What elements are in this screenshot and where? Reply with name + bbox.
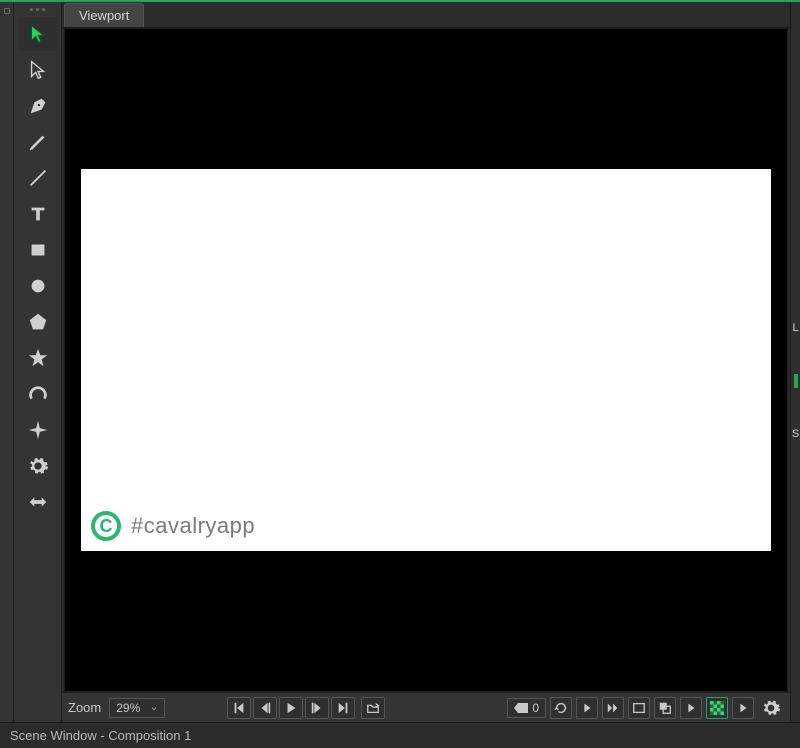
tab-viewport[interactable]: Viewport <box>64 3 144 27</box>
tab-label: Viewport <box>79 8 129 23</box>
text-icon <box>27 203 49 225</box>
side-accent-icon <box>794 374 798 388</box>
line-icon <box>27 167 49 189</box>
cursor-outline-icon <box>27 59 49 81</box>
ellipse-icon <box>27 275 49 297</box>
composition-canvas: C #cavalryapp <box>81 169 771 551</box>
set-range-button[interactable] <box>361 697 385 719</box>
checker-icon <box>710 701 724 715</box>
arc-icon <box>27 383 49 405</box>
cursor-icon <box>27 23 49 45</box>
play-small-icon <box>580 701 594 715</box>
play-icon <box>284 701 298 715</box>
play-button[interactable] <box>279 697 303 719</box>
star-tool[interactable] <box>19 341 57 375</box>
step-back-button[interactable] <box>253 697 277 719</box>
play-small-icon <box>736 701 750 715</box>
side-label-1: L <box>792 322 798 334</box>
loop-button[interactable] <box>550 697 572 719</box>
fast-forward-icon <box>606 701 620 715</box>
canvas-watermark: C #cavalryapp <box>91 511 255 541</box>
pen-tool[interactable] <box>19 89 57 123</box>
zoom-level-select[interactable]: 29% ⌄ <box>109 698 165 718</box>
cavalry-logo-icon: C <box>91 511 121 541</box>
pen-nib-icon <box>27 95 49 117</box>
ellipse-tool[interactable] <box>19 269 57 303</box>
tag-icon <box>514 703 528 713</box>
zoom-value: 29% <box>116 701 140 715</box>
step-forward-button[interactable] <box>305 697 329 719</box>
line-tool[interactable] <box>19 161 57 195</box>
loop-icon <box>554 701 568 715</box>
right-dock-strip: L S <box>790 2 800 722</box>
polygon-tool[interactable] <box>19 305 57 339</box>
horizontal-arrows-icon <box>27 491 49 513</box>
tools-panel <box>14 2 62 722</box>
play-small-icon <box>684 701 698 715</box>
text-tool[interactable] <box>19 197 57 231</box>
horizontal-arrow-tool[interactable] <box>19 485 57 519</box>
playback-transport <box>227 697 385 719</box>
mini-play-button[interactable] <box>576 697 598 719</box>
mini-play-2-button[interactable] <box>680 697 702 719</box>
step-back-icon <box>258 701 272 715</box>
rectangle-outline-icon <box>632 701 646 715</box>
panel-grip-icon <box>30 8 45 11</box>
zoom-label: Zoom <box>68 700 101 715</box>
gear-icon <box>761 698 781 718</box>
gear-icon <box>27 455 49 477</box>
edit-shape-tool[interactable] <box>19 53 57 87</box>
pencil-tool[interactable] <box>19 125 57 159</box>
skip-start-icon <box>232 701 246 715</box>
chevron-down-icon: ⌄ <box>150 702 158 713</box>
left-edge-strip <box>0 2 14 722</box>
pencil-icon <box>27 131 49 153</box>
viewport-status-bar: Zoom 29% ⌄ 0 <box>62 692 790 722</box>
sparkle-icon <box>27 419 49 441</box>
bottom-panel-title: Scene Window - Composition 1 <box>10 728 191 743</box>
arc-tool[interactable] <box>19 377 57 411</box>
settings-tool[interactable] <box>19 449 57 483</box>
side-label-2: S <box>792 428 799 440</box>
selection-tool[interactable] <box>19 17 57 51</box>
bottom-panel-header[interactable]: Scene Window - Composition 1 <box>0 722 800 748</box>
go-to-end-button[interactable] <box>331 697 355 719</box>
pentagon-icon <box>27 311 49 333</box>
layout-button[interactable] <box>654 697 676 719</box>
folder-out-icon <box>366 701 380 715</box>
sparkle-tool[interactable] <box>19 413 57 447</box>
go-to-start-button[interactable] <box>227 697 251 719</box>
transparency-grid-button[interactable] <box>706 697 728 719</box>
frame-value: 0 <box>532 701 539 715</box>
skip-end-icon <box>336 701 350 715</box>
fast-forward-button[interactable] <box>602 697 624 719</box>
rectangle-icon <box>27 239 49 261</box>
frame-counter[interactable]: 0 <box>507 698 546 718</box>
rectangle-tool[interactable] <box>19 233 57 267</box>
watermark-text: #cavalryapp <box>131 513 255 539</box>
safe-area-button[interactable] <box>628 697 650 719</box>
viewport-settings-button[interactable] <box>758 695 784 721</box>
step-forward-icon <box>310 701 324 715</box>
star-icon <box>27 347 49 369</box>
viewport-area[interactable]: C #cavalryapp <box>64 28 788 692</box>
overlap-squares-icon <box>658 701 672 715</box>
mini-play-3-button[interactable] <box>732 697 754 719</box>
viewport-tab-bar: Viewport <box>62 2 790 28</box>
